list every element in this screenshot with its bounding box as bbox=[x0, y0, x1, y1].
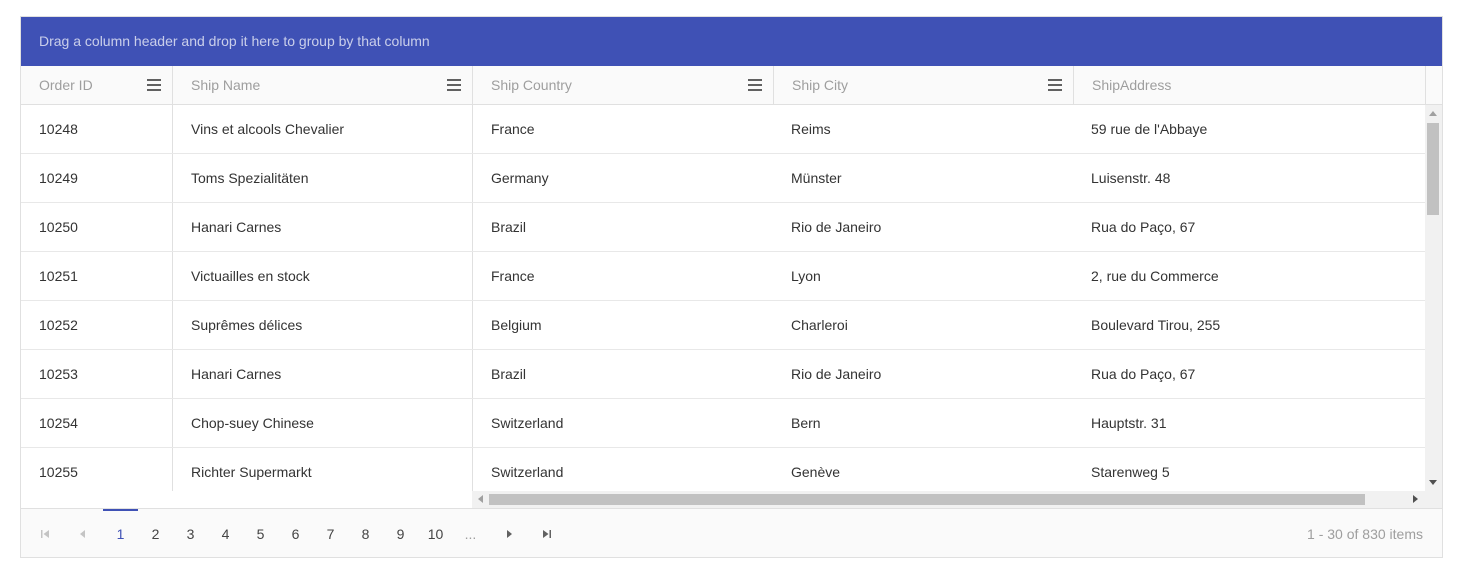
cell-ship-name: Richter Supermarkt bbox=[172, 448, 472, 491]
more-pages-ellipsis[interactable]: ... bbox=[453, 509, 488, 557]
cell-ship-country: Germany bbox=[472, 154, 773, 202]
cell-ship-country: Brazil bbox=[472, 203, 773, 251]
cell-ship-city: Rio de Janeiro bbox=[791, 219, 882, 235]
page-number[interactable]: 3 bbox=[173, 509, 208, 557]
column-menu-icon[interactable] bbox=[1048, 79, 1062, 91]
cell-ship-name: Hanari Carnes bbox=[172, 350, 472, 398]
cell-order-id: 10249 bbox=[39, 170, 78, 186]
cell-ship-address: 59 rue de l'Abbaye bbox=[1091, 121, 1208, 137]
table-row[interactable]: 10250 Hanari Carnes Brazil Rio de Janeir… bbox=[21, 203, 1425, 252]
scroll-right-arrow-icon[interactable] bbox=[1413, 495, 1418, 503]
page-number[interactable]: 4 bbox=[208, 509, 243, 557]
group-drop-panel[interactable]: Drag a column header and drop it here to… bbox=[21, 17, 1442, 66]
first-page-icon[interactable] bbox=[38, 527, 52, 541]
page-number-list: 1 2 3 4 5 6 7 8 9 10 ... bbox=[103, 509, 488, 557]
header-scrollbar-filler bbox=[1425, 66, 1442, 105]
column-header-ship-country[interactable]: Ship Country bbox=[472, 66, 773, 104]
cell-ship-address: Luisenstr. 48 bbox=[1091, 170, 1171, 186]
column-header-ship-city[interactable]: Ship City bbox=[773, 66, 1073, 104]
column-header-label: ShipAddress bbox=[1092, 77, 1172, 93]
cell-ship-city: Rio de Janeiro bbox=[791, 366, 882, 382]
column-header-ship-name[interactable]: Ship Name bbox=[172, 66, 472, 104]
page-number[interactable]: 8 bbox=[348, 509, 383, 557]
next-page-icon[interactable] bbox=[502, 527, 516, 541]
cell-ship-name: Hanari Carnes bbox=[172, 203, 472, 251]
cell-order-id: 10251 bbox=[39, 268, 78, 284]
table-row[interactable]: 10248 Vins et alcools Chevalier France R… bbox=[21, 105, 1425, 154]
grid-body: 10248 Vins et alcools Chevalier France R… bbox=[21, 105, 1425, 491]
last-page-icon[interactable] bbox=[540, 527, 554, 541]
page-number[interactable]: 2 bbox=[138, 509, 173, 557]
cell-ship-city: Charleroi bbox=[791, 317, 848, 333]
cell-order-id: 10253 bbox=[39, 366, 78, 382]
table-row[interactable]: 10255 Richter Supermarkt Switzerland Gen… bbox=[21, 448, 1425, 491]
page-number[interactable]: 5 bbox=[243, 509, 278, 557]
cell-ship-name: Toms Spezialitäten bbox=[172, 154, 472, 202]
column-header-label: Order ID bbox=[39, 77, 93, 93]
cell-ship-city: Bern bbox=[791, 415, 821, 431]
cell-ship-name: Victuailles en stock bbox=[172, 252, 472, 300]
cell-ship-address: Starenweg 5 bbox=[1091, 464, 1170, 480]
cell-ship-country: Brazil bbox=[472, 350, 773, 398]
data-grid: Drag a column header and drop it here to… bbox=[20, 16, 1443, 558]
cell-ship-address: Rua do Paço, 67 bbox=[1091, 366, 1196, 382]
cell-ship-city: Lyon bbox=[791, 268, 821, 284]
column-header-order-id[interactable]: Order ID bbox=[21, 66, 172, 104]
table-row[interactable]: 10252 Suprêmes délices Belgium Charleroi… bbox=[21, 301, 1425, 350]
page-number-current[interactable]: 1 bbox=[103, 509, 138, 557]
cell-ship-city: Reims bbox=[791, 121, 831, 137]
table-row[interactable]: 10254 Chop-suey Chinese Switzerland Bern… bbox=[21, 399, 1425, 448]
table-row[interactable]: 10251 Victuailles en stock France Lyon 2… bbox=[21, 252, 1425, 301]
horizontal-scrollbar[interactable] bbox=[472, 491, 1442, 508]
cell-ship-city: Genève bbox=[791, 464, 841, 480]
cell-order-id: 10250 bbox=[39, 219, 78, 235]
cell-ship-name: Chop-suey Chinese bbox=[172, 399, 472, 447]
vertical-scrollbar[interactable] bbox=[1425, 105, 1442, 491]
table-row[interactable]: 10253 Hanari Carnes Brazil Rio de Janeir… bbox=[21, 350, 1425, 399]
cell-ship-name: Suprêmes délices bbox=[172, 301, 472, 349]
page-number[interactable]: 7 bbox=[313, 509, 348, 557]
vertical-scroll-thumb[interactable] bbox=[1427, 123, 1439, 215]
cell-order-id: 10248 bbox=[39, 121, 78, 137]
scroll-left-arrow-icon[interactable] bbox=[478, 495, 483, 503]
cell-ship-country: Switzerland bbox=[472, 399, 773, 447]
previous-page-icon[interactable] bbox=[76, 527, 90, 541]
grid-header-row: Order ID Ship Name Ship Country Ship Cit… bbox=[21, 66, 1425, 105]
cell-ship-name: Vins et alcools Chevalier bbox=[172, 105, 472, 153]
grid-pager: 1 2 3 4 5 6 7 8 9 10 ... 1 - 30 of 830 i… bbox=[21, 508, 1442, 557]
page-number[interactable]: 6 bbox=[278, 509, 313, 557]
cell-ship-address: Boulevard Tirou, 255 bbox=[1091, 317, 1221, 333]
column-header-label: Ship City bbox=[792, 77, 849, 93]
cell-ship-address: 2, rue du Commerce bbox=[1091, 268, 1219, 284]
cell-ship-address: Hauptstr. 31 bbox=[1091, 415, 1167, 431]
cell-order-id: 10252 bbox=[39, 317, 78, 333]
cell-ship-country: Switzerland bbox=[472, 448, 773, 491]
cell-order-id: 10255 bbox=[39, 464, 78, 480]
scroll-down-arrow-icon[interactable] bbox=[1429, 480, 1437, 485]
column-header-label: Ship Country bbox=[491, 77, 572, 93]
page-number[interactable]: 9 bbox=[383, 509, 418, 557]
cell-ship-country: Belgium bbox=[472, 301, 773, 349]
cell-ship-country: France bbox=[472, 252, 773, 300]
scroll-up-arrow-icon[interactable] bbox=[1429, 111, 1437, 116]
cell-order-id: 10254 bbox=[39, 415, 78, 431]
pager-item-count: 1 - 30 of 830 items bbox=[1307, 526, 1423, 542]
cell-ship-city: Münster bbox=[791, 170, 842, 186]
cell-ship-country: France bbox=[472, 105, 773, 153]
column-header-label: Ship Name bbox=[191, 77, 261, 93]
column-menu-icon[interactable] bbox=[147, 79, 161, 91]
column-menu-icon[interactable] bbox=[748, 79, 762, 91]
cell-ship-address: Rua do Paço, 67 bbox=[1091, 219, 1196, 235]
table-row[interactable]: 10249 Toms Spezialitäten Germany Münster… bbox=[21, 154, 1425, 203]
column-menu-icon[interactable] bbox=[447, 79, 461, 91]
page-number[interactable]: 10 bbox=[418, 509, 453, 557]
column-header-ship-address[interactable]: ShipAddress bbox=[1073, 66, 1425, 104]
horizontal-scroll-thumb[interactable] bbox=[489, 494, 1365, 505]
